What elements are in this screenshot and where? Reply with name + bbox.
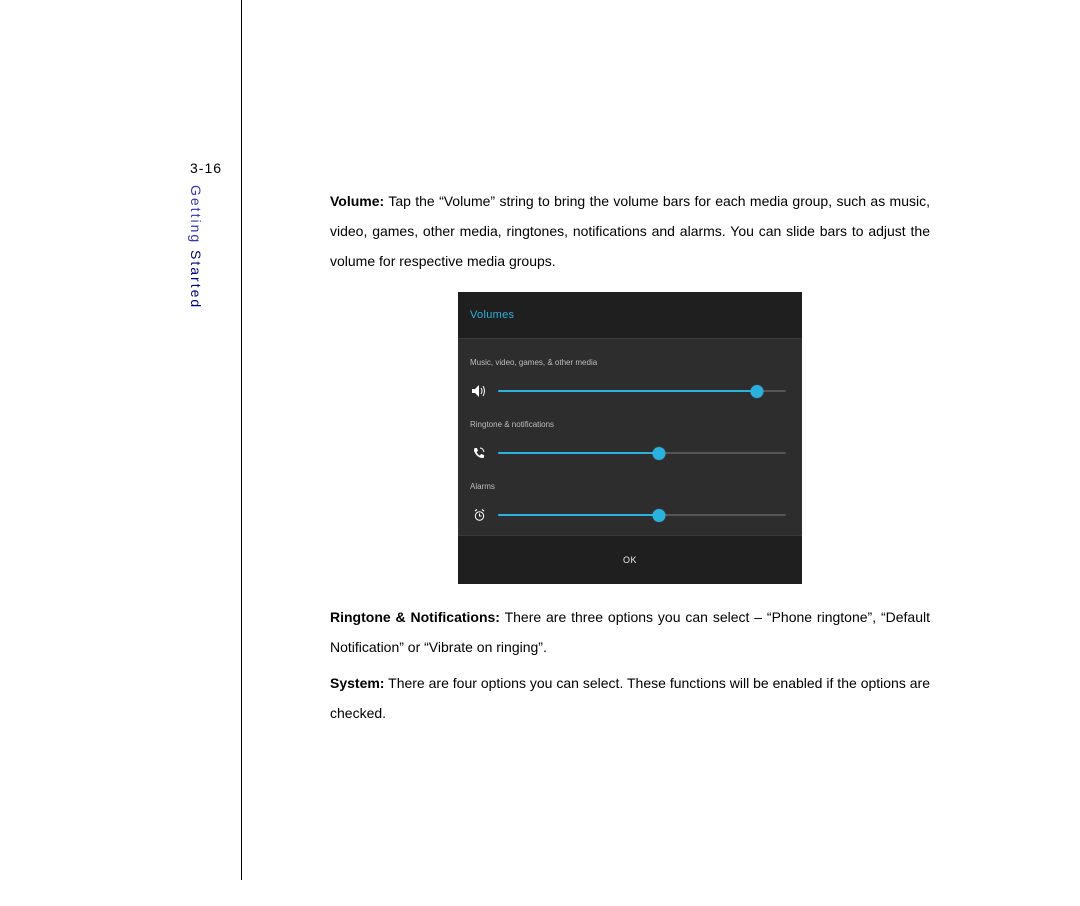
volume-label-alarms: Alarms bbox=[470, 472, 790, 502]
manual-page: 3-16 Getting Started Volume: Tap the “Vo… bbox=[0, 0, 1080, 906]
volume-group-alarms: Alarms bbox=[458, 463, 802, 535]
vertical-rule bbox=[241, 0, 242, 880]
slider-fill bbox=[498, 390, 757, 392]
volume-row-ringtone bbox=[470, 445, 790, 461]
text-system: There are four options you can select. T… bbox=[330, 675, 930, 721]
slider-thumb[interactable] bbox=[653, 509, 666, 522]
volume-slider-media[interactable] bbox=[498, 383, 786, 399]
para-volume: Volume: Tap the “Volume” string to bring… bbox=[330, 186, 930, 276]
volumes-dialog: Volumes Music, video, games, & other med… bbox=[458, 292, 802, 584]
slider-fill bbox=[498, 452, 659, 454]
volume-row-media bbox=[470, 383, 790, 399]
section-title-vertical: Getting Started bbox=[188, 185, 204, 309]
text-volume: Tap the “Volume” string to bring the vol… bbox=[330, 193, 930, 269]
slider-thumb[interactable] bbox=[751, 385, 764, 398]
label-volume: Volume: bbox=[330, 193, 384, 209]
volume-row-alarms bbox=[470, 507, 790, 523]
alarm-icon bbox=[470, 509, 488, 521]
volumes-dialog-title: Volumes bbox=[458, 292, 802, 339]
volume-slider-ringtone[interactable] bbox=[498, 445, 786, 461]
phone-icon bbox=[470, 447, 488, 459]
slider-fill bbox=[498, 514, 659, 516]
page-number: 3-16 bbox=[190, 160, 222, 176]
slider-thumb[interactable] bbox=[653, 447, 666, 460]
volume-slider-alarms[interactable] bbox=[498, 507, 786, 523]
para-ringtone: Ringtone & Notifications: There are thre… bbox=[330, 602, 930, 662]
volume-group-media: Music, video, games, & other media bbox=[458, 339, 802, 401]
volume-label-ringtone: Ringtone & notifications bbox=[470, 410, 790, 440]
para-system: System: There are four options you can s… bbox=[330, 668, 930, 728]
label-system: System: bbox=[330, 675, 384, 691]
volume-label-media: Music, video, games, & other media bbox=[470, 348, 790, 378]
section-title-word1: Getting bbox=[188, 185, 204, 244]
volume-group-ringtone: Ringtone & notifications bbox=[458, 401, 802, 463]
content-column: Volume: Tap the “Volume” string to bring… bbox=[330, 186, 930, 734]
label-ringtone: Ringtone & Notifications: bbox=[330, 609, 500, 625]
section-title-word2: Started bbox=[188, 250, 204, 309]
speaker-icon bbox=[470, 385, 488, 397]
ok-button[interactable]: OK bbox=[458, 535, 802, 584]
